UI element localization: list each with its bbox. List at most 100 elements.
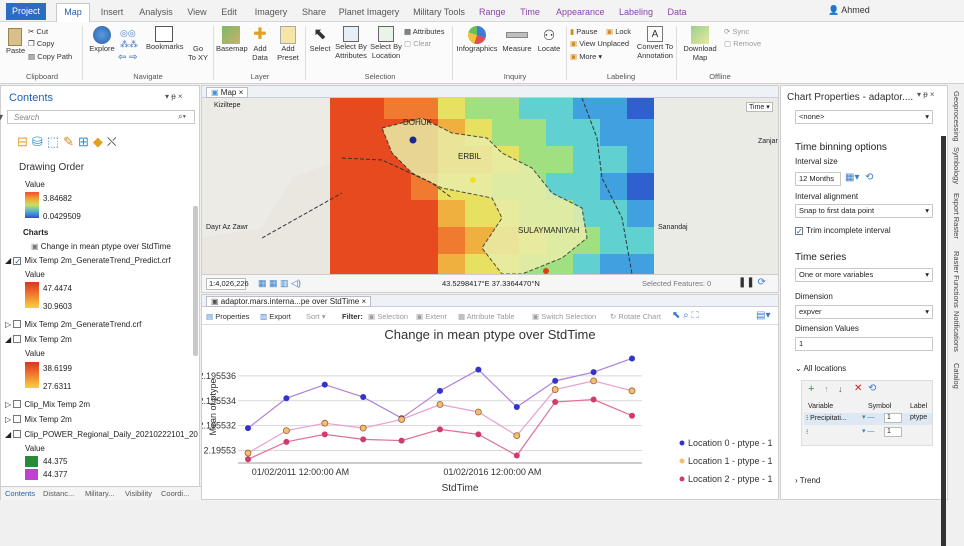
- tab-share[interactable]: Share: [300, 4, 328, 20]
- filter-extent-button[interactable]: ▣ Extent: [416, 312, 446, 321]
- layer-visibility-checkbox[interactable]: [13, 257, 22, 265]
- chart-zoom-tools-icon[interactable]: ⬉ ⌕ ⛶: [672, 310, 699, 321]
- map-tab[interactable]: ▣ Map ×: [206, 87, 249, 98]
- layer-visibility-checkbox[interactable]: [13, 430, 22, 438]
- locate-button[interactable]: ⚇ Locate: [536, 26, 562, 53]
- line-chart[interactable]: Change in mean ptype over StdTime 2.19553…: [202, 327, 778, 499]
- time-slider-button[interactable]: Time ▾: [746, 102, 773, 112]
- trim-checkbox-row[interactable]: Trim incomplete interval: [795, 226, 891, 235]
- rotate-chart-button[interactable]: ↻ Rotate Chart: [610, 312, 661, 321]
- tab-planet-imagery[interactable]: Planet Imagery: [338, 4, 400, 20]
- line-symbol-icon[interactable]: ▾ —: [862, 427, 874, 435]
- lock-labeling-button[interactable]: ▣ Lock: [606, 27, 631, 36]
- expand-icon[interactable]: ▷: [5, 400, 11, 409]
- goto-xy-button[interactable]: Go To XY: [188, 44, 208, 62]
- table-row[interactable]: ⁝ Precipitati... ▾ — 1 ptype: [804, 413, 932, 425]
- infographics-button[interactable]: Infographics: [456, 26, 498, 53]
- tab-labeling[interactable]: Labeling: [618, 4, 654, 20]
- map-status-tools-icon[interactable]: ▦ ▦ ▥ ◁): [258, 278, 301, 289]
- remove-button[interactable]: ▢ Remove: [724, 39, 761, 48]
- delete-icon[interactable]: ✕: [854, 383, 862, 394]
- measure-button[interactable]: Measure: [500, 26, 534, 53]
- attribute-table-button[interactable]: ▦ Attribute Table: [458, 312, 515, 321]
- trend-expander[interactable]: › Trend: [795, 476, 820, 485]
- layer-visibility-checkbox[interactable]: [13, 320, 22, 328]
- clear-selection-button[interactable]: ▢ Clear: [404, 39, 431, 48]
- line-symbol-icon[interactable]: ▾ —: [862, 413, 874, 421]
- export-chart-button[interactable]: ▥ Export: [260, 312, 291, 321]
- reset-icon[interactable]: ⟲: [865, 172, 873, 183]
- tab-distance[interactable]: Distanc...: [43, 489, 74, 498]
- copy-button[interactable]: ❐ Copy: [28, 39, 54, 48]
- paste-button[interactable]: Paste: [6, 28, 25, 55]
- add-icon[interactable]: +: [808, 383, 814, 395]
- layer-row[interactable]: ◢ Mix Temp 2m_GenerateTrend_Predict.crf: [5, 256, 171, 265]
- tab-edit[interactable]: Edit: [218, 4, 240, 20]
- side-tab-symbology[interactable]: Symbology: [952, 147, 961, 184]
- basemap-button[interactable]: Basemap: [216, 26, 248, 53]
- interval-unit-dropdown-icon[interactable]: ▦▾: [845, 172, 859, 183]
- view-unplaced-button[interactable]: ▣ View Unplaced: [570, 39, 629, 48]
- tab-analysis[interactable]: Analysis: [136, 4, 176, 20]
- list-by-drawing-order-icon[interactable]: ⊟: [17, 134, 32, 149]
- map-point-dohuk[interactable]: [409, 136, 417, 144]
- move-up-icon[interactable]: ↑: [824, 384, 829, 394]
- tab-contents[interactable]: Contents: [5, 489, 35, 498]
- expand-icon[interactable]: ▷: [5, 415, 11, 424]
- collapse-icon[interactable]: ◢: [5, 335, 11, 344]
- filter-selection-button[interactable]: ▣ Selection: [368, 312, 408, 321]
- list-by-labeling-icon[interactable]: ◆: [93, 134, 107, 149]
- select-button[interactable]: ⬉ Select: [308, 26, 332, 53]
- copy-path-button[interactable]: ▤ Copy Path: [28, 52, 72, 61]
- all-locations-expander[interactable]: ⌄ All locations: [795, 364, 846, 373]
- add-preset-button[interactable]: Add Preset: [274, 26, 302, 62]
- layer-visibility-checkbox[interactable]: [13, 415, 22, 423]
- add-data-button[interactable]: ✚ Add Data: [248, 26, 272, 62]
- list-by-selection-icon[interactable]: ⬚: [47, 134, 63, 149]
- tab-insert[interactable]: Insert: [98, 4, 126, 20]
- back-forward-arrows-icon[interactable]: ⇦ ⇨: [118, 52, 138, 63]
- side-tab-raster-functions[interactable]: Raster Functions: [952, 251, 961, 308]
- sync-button[interactable]: ⟳ Sync: [724, 27, 749, 36]
- tab-military-tools[interactable]: Military Tools: [410, 4, 468, 20]
- tab-imagery[interactable]: Imagery: [252, 4, 290, 20]
- refresh-icon[interactable]: ⟳: [758, 277, 766, 288]
- chart-tab[interactable]: ▣ adaptor.mars.interna...pe over StdTime…: [206, 296, 372, 307]
- collapse-icon[interactable]: ◢: [5, 430, 11, 439]
- side-tab-geoprocessing[interactable]: Geoprocessing: [952, 91, 961, 141]
- line-width-input[interactable]: 1: [884, 413, 902, 423]
- sort-button[interactable]: Sort ▾: [306, 312, 326, 321]
- tab-data[interactable]: Data: [666, 4, 688, 20]
- dimension-dropdown[interactable]: expver ▾: [795, 305, 933, 319]
- list-by-editing-icon[interactable]: ✎: [63, 134, 78, 149]
- time-series-dropdown[interactable]: One or more variables ▾: [795, 268, 933, 282]
- list-by-source-icon[interactable]: ⛁: [32, 134, 47, 149]
- interval-size-input[interactable]: 12 Months: [795, 172, 841, 186]
- side-tab-export-raster[interactable]: Export Raster: [952, 193, 961, 239]
- line-width-input[interactable]: 1: [884, 427, 902, 437]
- expand-icon[interactable]: ▷: [5, 320, 11, 329]
- drag-handle-icon[interactable]: ⁝: [806, 428, 808, 436]
- tab-appearance[interactable]: Appearance: [556, 4, 605, 20]
- filter-icon[interactable]: ▼: [0, 112, 5, 122]
- refresh-icon[interactable]: ⟲: [868, 383, 876, 394]
- layer-row[interactable]: ▷ Mix Temp 2m: [5, 415, 72, 424]
- more-labeling-button[interactable]: ▣ More ▾: [570, 52, 602, 61]
- convert-to-annotation-button[interactable]: A Convert To Annotation: [634, 26, 676, 60]
- chart-properties-button[interactable]: ▤ Properties: [206, 312, 249, 321]
- attributes-button[interactable]: ▦ Attributes: [404, 27, 444, 36]
- pane-controls[interactable]: ▾ ᵽ ×: [917, 90, 935, 99]
- tab-coordinates[interactable]: Coordi...: [161, 489, 189, 498]
- collapse-icon[interactable]: ◢: [5, 256, 11, 265]
- user-account[interactable]: 👤 Ahmed: [828, 5, 870, 16]
- select-by-location-button[interactable]: Select By Location: [370, 26, 402, 60]
- map-graphic[interactable]: [202, 98, 778, 274]
- tab-map[interactable]: Map: [56, 3, 90, 22]
- layer-row[interactable]: ◢ Mix Temp 2m: [5, 335, 72, 344]
- side-tab-notifications[interactable]: Notifications: [952, 311, 961, 352]
- pane-controls[interactable]: ▾ ᵽ ×: [165, 92, 183, 101]
- pause-drawing-icon[interactable]: ❚❚ ⟳: [738, 277, 766, 288]
- search-icon[interactable]: ⌕▾: [178, 112, 186, 122]
- none-dropdown[interactable]: <none> ▾: [795, 110, 933, 124]
- table-row[interactable]: ⁝ ▾ — 1: [804, 427, 932, 439]
